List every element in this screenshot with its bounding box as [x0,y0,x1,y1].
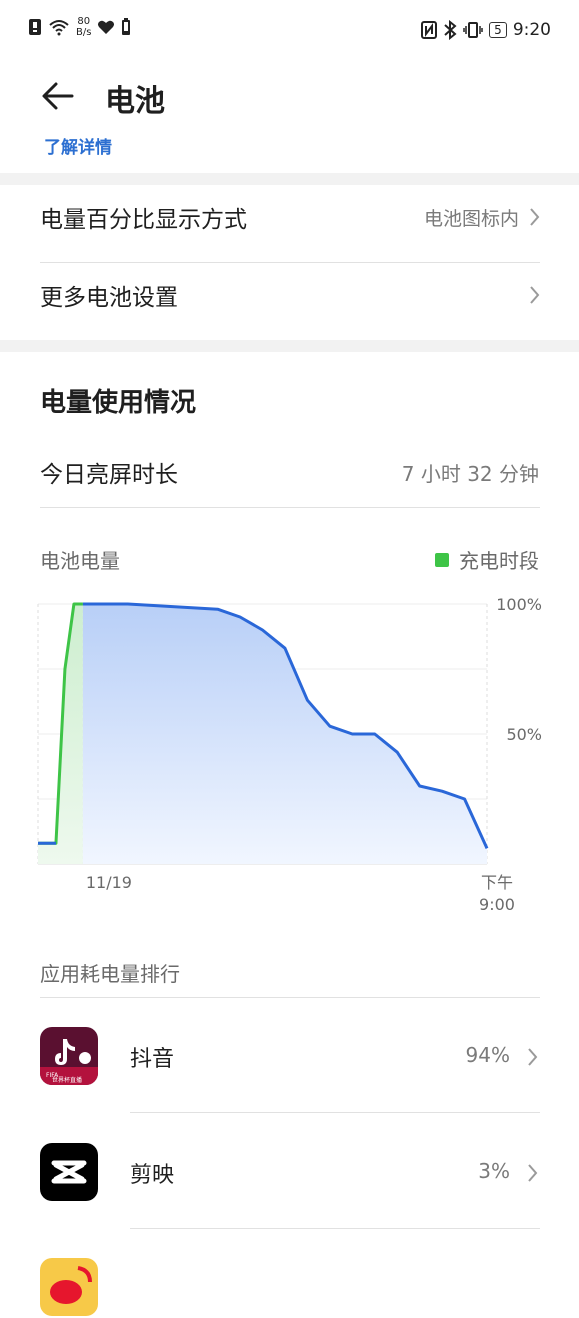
learn-more-link[interactable]: 了解详情 [44,133,112,158]
screen-time-value: 7 小时 32 分钟 [401,462,539,486]
vibrate-icon [463,22,483,38]
app-row-weibo[interactable] [40,1258,540,1318]
heart-icon [98,20,115,34]
percent-display-label: 电量百分比显示方式 [40,207,247,233]
jianying-icon [40,1143,98,1201]
usage-section-title: 电量使用情况 [40,388,197,418]
divider [130,1228,540,1229]
status-bar: 80 B/s 5 9:20 [0,0,579,64]
header: 电池 [0,64,579,128]
divider [40,262,540,263]
app-percent: 3% [478,1159,510,1183]
section-separator [0,173,579,185]
x-tick-label: 11/19 [86,873,132,892]
svg-text:世界杯直播: 世界杯直播 [52,1076,82,1084]
percent-display-row[interactable]: 电量百分比显示方式 电池图标内 [40,200,540,234]
divider [40,997,540,998]
section-separator [0,340,579,352]
nfc-icon [421,21,438,39]
chart-title: 电池电量 [40,549,120,573]
bluetooth-icon [444,20,457,40]
y-axis-ticks: 100% 50% [496,595,542,744]
x-axis-ticks: 11/19 下午 9:00 [86,873,515,914]
network-speed: 80 B/s [76,16,92,38]
app-name: 剪映 [130,1163,175,1188]
battery-small-icon [122,18,131,35]
app-name: 抖音 [130,1047,175,1072]
y-tick-label: 50% [506,725,542,744]
legend-swatch [435,552,449,567]
divider [130,1112,540,1113]
y-tick-label: 100% [496,595,542,614]
chart-legend: 充电时段 [435,545,539,574]
percent-display-value: 电池图标内 [423,207,519,230]
wifi-icon [49,20,69,36]
chevron-right-icon [528,1164,538,1182]
chevron-right-icon [530,286,540,304]
page-title: 电池 [105,84,165,119]
legend-label: 充电时段 [459,549,539,573]
battery-icon: 5 [489,22,507,38]
app-row-jianying[interactable]: 剪映 3% [40,1143,540,1203]
sim-icon [29,19,41,35]
weibo-icon [40,1258,98,1316]
screen-time-label: 今日亮屏时长 [40,462,178,488]
x-tick-label: 下午 9:00 [479,873,515,914]
clock: 9:20 [512,20,551,40]
douyin-icon: FIFA 世界杯直播 [40,1027,98,1085]
ranking-title: 应用耗电量排行 [40,962,180,986]
more-battery-settings-label: 更多电池设置 [40,285,178,311]
chevron-right-icon [530,208,540,226]
chevron-right-icon [528,1048,538,1066]
app-percent: 94% [465,1043,510,1067]
battery-level-chart[interactable]: 100% 50% 11/19 下午 9:00 [0,590,579,920]
app-row-douyin[interactable]: FIFA 世界杯直播 抖音 94% [40,1027,540,1087]
back-arrow-icon[interactable] [40,78,76,114]
more-battery-settings-row[interactable]: 更多电池设置 [40,278,540,312]
divider [40,507,540,508]
